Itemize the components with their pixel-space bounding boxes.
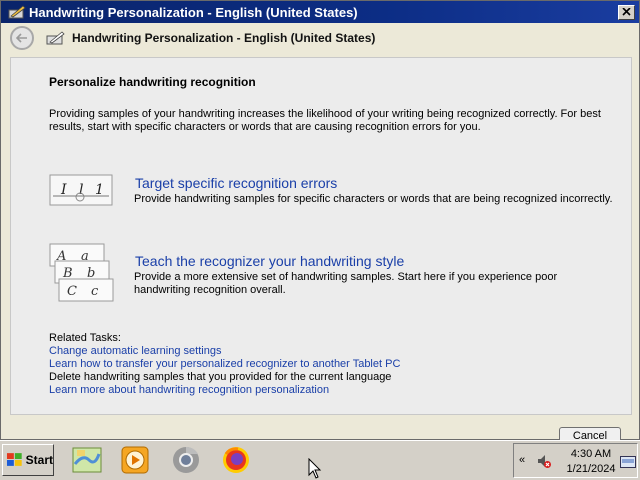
back-arrow-icon xyxy=(16,33,27,43)
teach-style-link[interactable]: Teach the recognizer your handwriting st… xyxy=(135,253,404,269)
firefox-browser-icon[interactable] xyxy=(220,444,252,476)
touch-keyboard-icon[interactable] xyxy=(620,456,636,468)
teach-style-description: Provide a more extensive set of handwrit… xyxy=(134,271,558,296)
nav-title: Handwriting Personalization - English (U… xyxy=(72,31,376,45)
media-player-icon[interactable] xyxy=(119,444,151,476)
clock-date: 1/21/2024 xyxy=(566,463,616,475)
close-icon xyxy=(622,8,631,16)
mouse-cursor-icon xyxy=(308,458,322,479)
target-errors-link[interactable]: Target specific recognition errors xyxy=(135,175,337,191)
pen-tablet-icon xyxy=(8,5,26,19)
back-button[interactable] xyxy=(10,26,34,50)
map-app-icon[interactable] xyxy=(71,444,103,476)
clock[interactable]: 4:30 AM 1/21/2024 xyxy=(562,447,620,477)
sample-char-c: c xyxy=(91,284,99,299)
windows-logo-icon xyxy=(6,453,22,466)
handwriting-personalization-window: Handwriting Personalization - English (U… xyxy=(0,0,640,441)
window-title: Handwriting Personalization - English (U… xyxy=(29,4,358,20)
content-pane: Personalize handwriting recognition Prov… xyxy=(10,57,632,415)
cancel-button[interactable]: Cancel xyxy=(559,427,621,441)
clock-time: 4:30 AM xyxy=(570,448,612,460)
show-hidden-icons-button[interactable]: « xyxy=(519,454,525,466)
delete-samples-item: Delete handwriting samples that you prov… xyxy=(49,371,392,383)
speaker-muted-icon[interactable] xyxy=(536,453,552,469)
transfer-recognizer-link[interactable]: Learn how to transfer your personalized … xyxy=(49,358,400,371)
intro-text: Providing samples of your handwriting in… xyxy=(49,108,601,133)
target-errors-description: Provide handwriting samples for specific… xyxy=(134,193,613,205)
start-button[interactable]: Start xyxy=(2,444,54,476)
title-bar[interactable]: Handwriting Personalization - English (U… xyxy=(1,1,639,23)
sample-char-I: I xyxy=(60,182,67,198)
sample-char-1: 1 xyxy=(95,182,104,198)
start-label: Start xyxy=(25,453,53,467)
chrome-browser-icon[interactable] xyxy=(170,444,202,476)
navigation-bar: Handwriting Personalization - English (U… xyxy=(1,23,639,53)
close-button[interactable] xyxy=(618,4,635,20)
related-tasks-label: Related Tasks: xyxy=(49,332,121,344)
sample-char-l: l xyxy=(79,182,83,198)
learn-more-link[interactable]: Learn more about handwriting recognition… xyxy=(49,384,400,397)
specific-errors-icon[interactable]: I l 1 xyxy=(49,174,113,208)
handwriting-style-icon[interactable]: A a B b C c xyxy=(49,243,115,303)
pen-tablet-icon xyxy=(46,31,65,45)
sample-char-C: C xyxy=(67,284,77,299)
page-heading: Personalize handwriting recognition xyxy=(49,75,256,89)
related-tasks: Related Tasks: Change automatic learning… xyxy=(49,332,400,397)
change-learning-settings-link[interactable]: Change automatic learning settings xyxy=(49,345,400,358)
system-tray: « 4:30 AM 1/21/2024 xyxy=(513,443,638,478)
